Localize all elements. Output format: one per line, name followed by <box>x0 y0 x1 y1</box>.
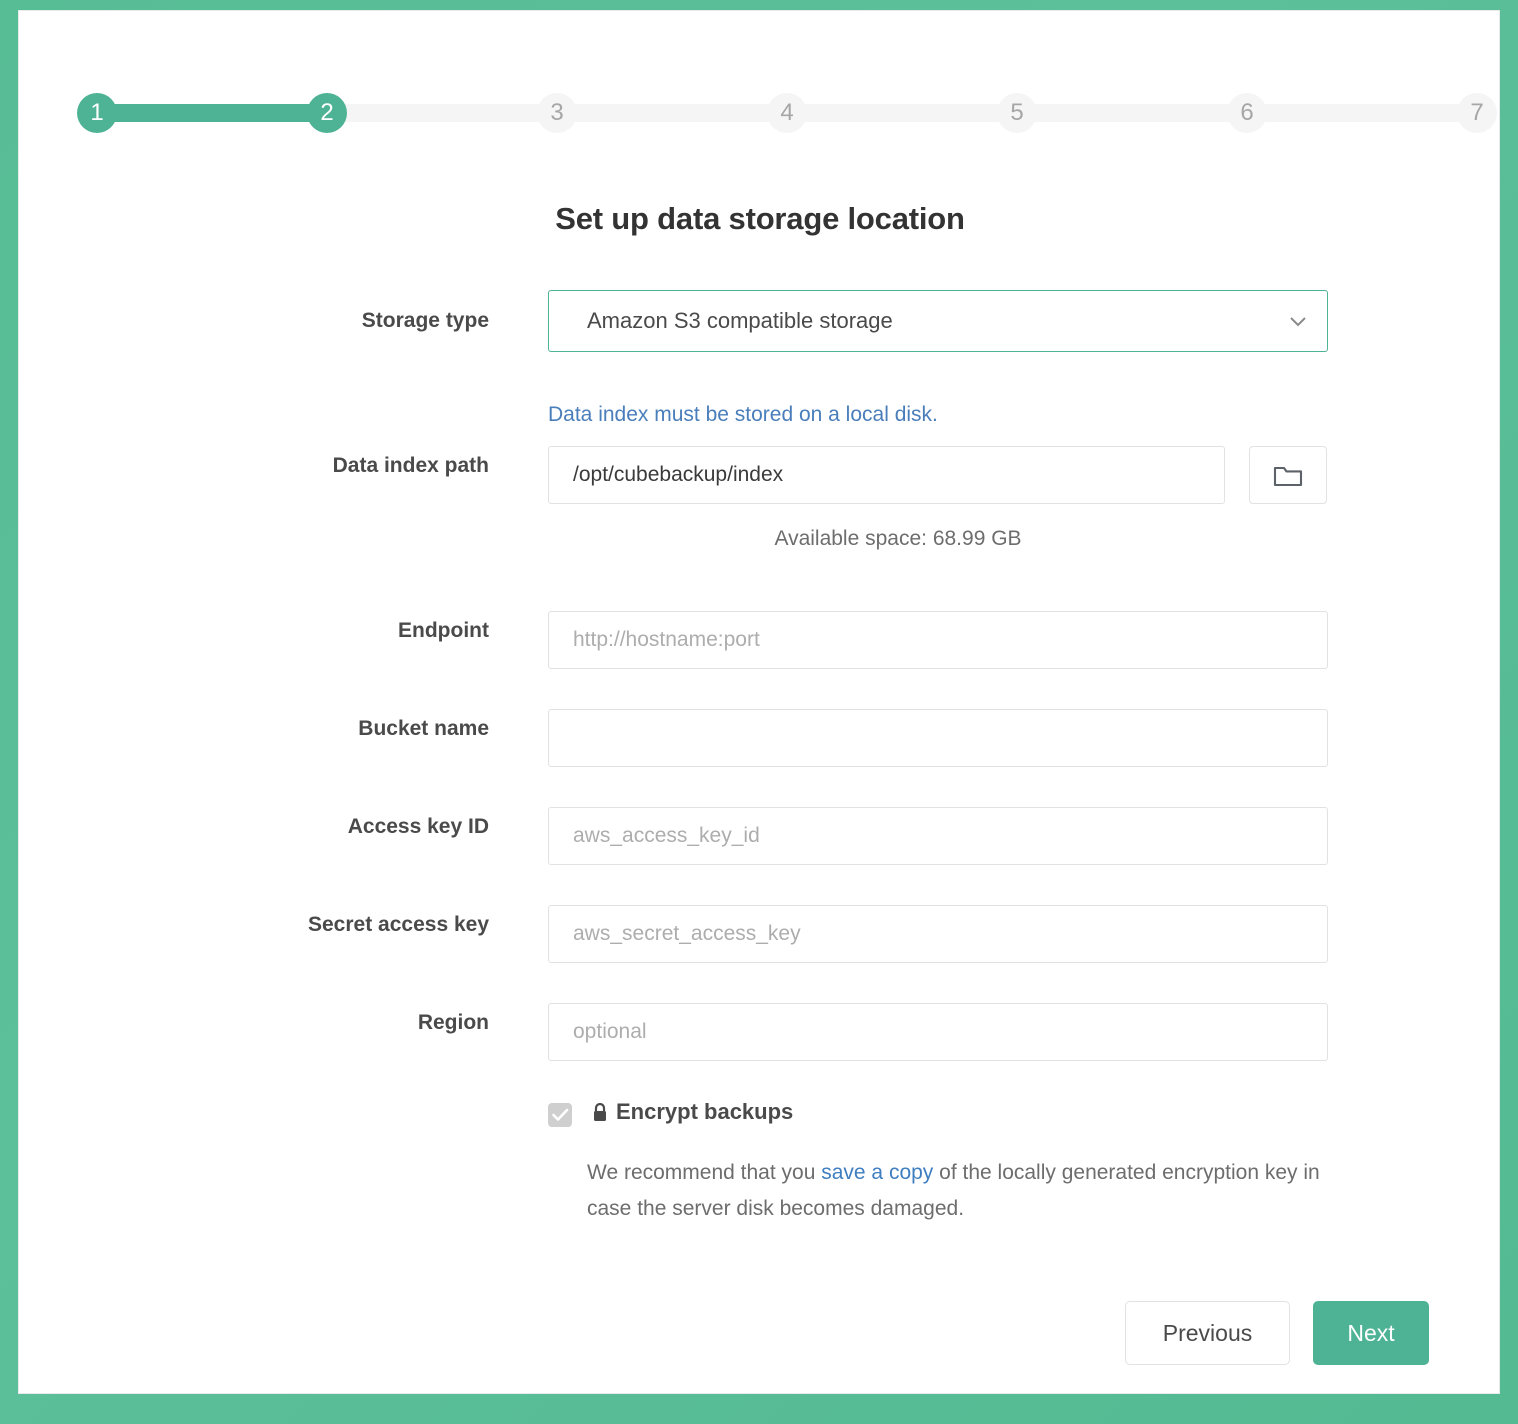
region-label: Region <box>69 1011 489 1035</box>
storage-type-value: Amazon S3 compatible storage <box>587 291 893 351</box>
secret-access-key-label: Secret access key <box>69 913 489 937</box>
step-6[interactable]: 6 <box>1227 93 1267 133</box>
browse-folder-button[interactable] <box>1249 446 1327 504</box>
save-a-copy-link[interactable]: save a copy <box>821 1161 933 1184</box>
page-title: Set up data storage location <box>19 201 1501 237</box>
encrypt-backups-description: We recommend that you save a copy of the… <box>587 1155 1347 1227</box>
stepper-track-progress <box>97 104 327 122</box>
step-4[interactable]: 4 <box>767 93 807 133</box>
page-background: 1 2 3 4 5 6 7 Set up data storage locati… <box>0 0 1518 1424</box>
next-button[interactable]: Next <box>1313 1301 1429 1365</box>
endpoint-label: Endpoint <box>69 619 489 643</box>
chevron-down-icon <box>1287 311 1309 333</box>
step-5-label: 5 <box>1010 99 1023 126</box>
bucket-name-label: Bucket name <box>69 717 489 741</box>
step-7-label: 7 <box>1470 99 1483 126</box>
step-7[interactable]: 7 <box>1457 93 1497 133</box>
lock-icon <box>591 1102 609 1129</box>
access-key-id-label: Access key ID <box>69 815 489 839</box>
encrypt-backups-label: Encrypt backups <box>616 1099 793 1125</box>
step-1-label: 1 <box>90 99 103 126</box>
encrypt-backups-block: Encrypt backups We recommend that you sa… <box>548 1099 1338 1135</box>
step-5[interactable]: 5 <box>997 93 1037 133</box>
available-space-text: Available space: 68.99 GB <box>548 527 1248 551</box>
storage-type-label: Storage type <box>69 309 489 333</box>
data-index-hint: Data index must be stored on a local dis… <box>548 403 938 427</box>
data-index-path-input[interactable]: /opt/cubebackup/index <box>548 446 1225 504</box>
storage-type-select-wrap: Amazon S3 compatible storage <box>548 290 1328 352</box>
bucket-name-input[interactable] <box>548 709 1328 767</box>
encrypt-backups-row: Encrypt backups <box>548 1099 1338 1135</box>
access-key-id-input[interactable]: aws_access_key_id <box>548 807 1328 865</box>
wizard-card: 1 2 3 4 5 6 7 Set up data storage locati… <box>18 10 1500 1394</box>
wizard-stepper: 1 2 3 4 5 6 7 <box>77 93 1487 133</box>
endpoint-input[interactable]: http://hostname:port <box>548 611 1328 669</box>
previous-button[interactable]: Previous <box>1125 1301 1290 1365</box>
step-1[interactable]: 1 <box>77 93 117 133</box>
encrypt-backups-checkbox[interactable] <box>548 1103 572 1127</box>
step-2-label: 2 <box>320 99 333 126</box>
step-3-label: 3 <box>550 99 563 126</box>
region-input[interactable]: optional <box>548 1003 1328 1061</box>
step-4-label: 4 <box>780 99 793 126</box>
storage-type-select[interactable]: Amazon S3 compatible storage <box>548 290 1328 352</box>
step-6-label: 6 <box>1240 99 1253 126</box>
encrypt-desc-before: We recommend that you <box>587 1161 821 1184</box>
data-index-path-label: Data index path <box>69 454 489 478</box>
secret-access-key-input[interactable]: aws_secret_access_key <box>548 905 1328 963</box>
step-2[interactable]: 2 <box>307 93 347 133</box>
step-3[interactable]: 3 <box>537 93 577 133</box>
